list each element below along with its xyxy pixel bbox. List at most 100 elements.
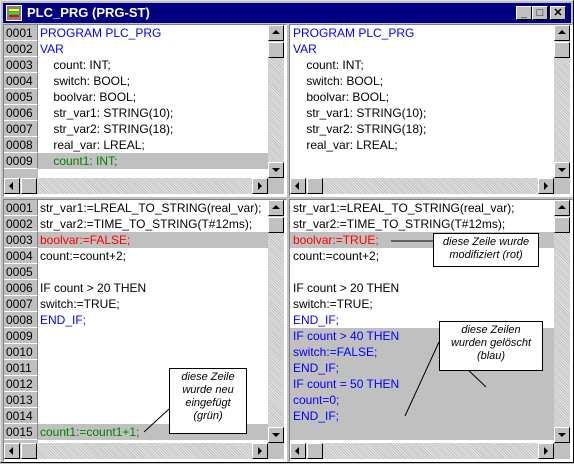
scroll-right-button[interactable] xyxy=(538,178,554,194)
horizontal-scroll-thumb[interactable] xyxy=(21,178,37,194)
vertical-scroll-thumb[interactable] xyxy=(268,217,284,233)
code-line[interactable]: real_var: LREAL; xyxy=(40,137,144,153)
arrow-right-icon xyxy=(258,447,262,455)
minimize-button[interactable]: _ xyxy=(516,6,532,20)
scrollbar-corner xyxy=(554,443,570,459)
scroll-left-button[interactable] xyxy=(290,178,306,194)
scroll-up-button[interactable] xyxy=(554,200,570,216)
scroll-up-button[interactable] xyxy=(268,200,284,216)
scroll-left-button[interactable] xyxy=(4,178,20,194)
line-number: 0007 xyxy=(4,121,38,137)
scroll-left-button[interactable] xyxy=(290,443,306,459)
code-line[interactable]: real_var: LREAL; xyxy=(293,137,397,153)
code-line[interactable]: count: INT; xyxy=(40,57,110,73)
vertical-scrollbar[interactable] xyxy=(554,25,570,178)
arrow-left-icon xyxy=(295,182,299,190)
scroll-left-button[interactable] xyxy=(4,443,20,459)
code-line[interactable]: switch:=FALSE; xyxy=(293,344,377,360)
scroll-up-button[interactable] xyxy=(268,25,284,41)
scroll-down-button[interactable] xyxy=(554,427,570,443)
vertical-scrollbar[interactable] xyxy=(268,25,284,178)
changed-line-highlight xyxy=(290,424,554,440)
code-line[interactable]: END_IF; xyxy=(293,408,339,424)
horizontal-scrollbar[interactable] xyxy=(4,178,268,194)
horizontal-scrollbar[interactable] xyxy=(290,443,554,459)
code-line[interactable]: END_IF; xyxy=(293,312,339,328)
line-number: 0008 xyxy=(4,137,38,153)
vertical-scroll-thumb[interactable] xyxy=(554,42,570,58)
line-number: 0003 xyxy=(4,232,38,248)
scroll-down-button[interactable] xyxy=(268,162,284,178)
maximize-button[interactable]: □ xyxy=(532,6,548,20)
arrow-down-icon xyxy=(558,433,566,437)
vertical-scroll-thumb[interactable] xyxy=(268,42,284,58)
code-line[interactable]: IF count > 20 THEN xyxy=(40,280,146,296)
scroll-down-button[interactable] xyxy=(554,162,570,178)
line-number: 0003 xyxy=(4,57,38,73)
declaration-pane-left[interactable]: 0001 PROGRAM PLC_PRG 0002 VAR 0003 count: IN… xyxy=(3,24,287,197)
code-line[interactable]: count: INT; xyxy=(293,57,363,73)
code-line[interactable]: boolvar:=TRUE; xyxy=(293,232,379,248)
code-line[interactable]: count=0; xyxy=(293,392,339,408)
line-number: 0011 xyxy=(4,360,38,376)
code-line[interactable]: switch:=TRUE; xyxy=(293,296,373,312)
code-line[interactable]: END_IF; xyxy=(40,312,86,328)
line-number: 0007 xyxy=(4,296,38,312)
code-line[interactable]: str_var2: STRING(18); xyxy=(40,121,173,137)
pou-editor-icon xyxy=(6,5,22,21)
code-line[interactable]: count1:=count1+1; xyxy=(40,424,139,440)
code-line[interactable]: IF count > 40 THEN xyxy=(293,328,399,344)
line-number: 0013 xyxy=(4,392,38,408)
scroll-up-button[interactable] xyxy=(554,25,570,41)
code-line[interactable]: str_var2: STRING(18); xyxy=(293,121,426,137)
code-line[interactable]: IF count > 20 THEN xyxy=(293,280,399,296)
code-line[interactable]: boolvar: BOOL; xyxy=(40,89,136,105)
code-line[interactable]: IF count = 50 THEN xyxy=(293,376,399,392)
vertical-scroll-thumb[interactable] xyxy=(554,217,570,233)
arrow-left-icon xyxy=(9,447,13,455)
code-line[interactable]: switch: BOOL; xyxy=(293,73,383,89)
vertical-scrollbar[interactable] xyxy=(268,200,284,443)
callout-text: wurde neu xyxy=(182,384,234,396)
line-number: 0012 xyxy=(4,376,38,392)
scroll-right-button[interactable] xyxy=(538,443,554,459)
arrow-down-icon xyxy=(272,433,280,437)
code-line[interactable]: str_var2:=TIME_TO_STRING(T#12ms); xyxy=(293,216,505,232)
code-line[interactable]: switch:=TRUE; xyxy=(40,296,120,312)
horizontal-scroll-thumb[interactable] xyxy=(21,443,37,459)
code-line[interactable]: PROGRAM PLC_PRG xyxy=(40,25,161,41)
callout-text: eingefügt xyxy=(185,397,231,409)
code-line[interactable]: str_var1:=LREAL_TO_STRING(real_var); xyxy=(293,200,515,216)
code-line[interactable]: boolvar:=FALSE; xyxy=(40,232,130,248)
code-line[interactable]: boolvar: BOOL; xyxy=(293,89,389,105)
horizontal-scroll-thumb[interactable] xyxy=(307,443,323,459)
line-number: 0015 xyxy=(4,424,38,440)
code-line[interactable]: switch: BOOL; xyxy=(40,73,130,89)
line-number: 0009 xyxy=(4,153,38,169)
callout-text: diese Zeilen xyxy=(461,324,521,336)
horizontal-scrollbar[interactable] xyxy=(290,178,554,194)
code-line[interactable]: VAR xyxy=(40,41,64,57)
code-line[interactable]: END_IF; xyxy=(293,360,339,376)
declaration-pane-right[interactable]: PROGRAM PLC_PRG VAR count: INT; switch: B… xyxy=(289,24,573,197)
code-line[interactable]: count:=count+2; xyxy=(40,248,126,264)
scrollbar-corner xyxy=(268,178,284,194)
code-line[interactable]: PROGRAM PLC_PRG xyxy=(293,25,414,41)
scroll-right-button[interactable] xyxy=(252,178,268,194)
code-line[interactable]: count1: INT; xyxy=(40,153,117,169)
scroll-down-button[interactable] xyxy=(268,427,284,443)
code-line[interactable]: count:=count+2; xyxy=(293,248,379,264)
code-line[interactable]: str_var1: STRING(10); xyxy=(293,105,426,121)
code-line[interactable]: str_var2:=TIME_TO_STRING(T#12ms); xyxy=(40,216,252,232)
scroll-right-button[interactable] xyxy=(252,443,268,459)
close-button[interactable]: ✕ xyxy=(550,6,566,20)
vertical-scrollbar[interactable] xyxy=(554,200,570,443)
title-bar[interactable]: PLC_PRG (PRG-ST) _ □ ✕ xyxy=(3,3,571,23)
code-line[interactable]: str_var1: STRING(10); xyxy=(40,105,173,121)
callout-inserted: diese Zeile wurde neu eingefügt (grün) xyxy=(169,368,247,434)
horizontal-scroll-thumb[interactable] xyxy=(307,178,323,194)
horizontal-scrollbar[interactable] xyxy=(4,443,268,459)
arrow-right-icon xyxy=(544,182,548,190)
code-line[interactable]: str_var1:=LREAL_TO_STRING(real_var); xyxy=(40,200,262,216)
code-line[interactable]: VAR xyxy=(293,41,317,57)
